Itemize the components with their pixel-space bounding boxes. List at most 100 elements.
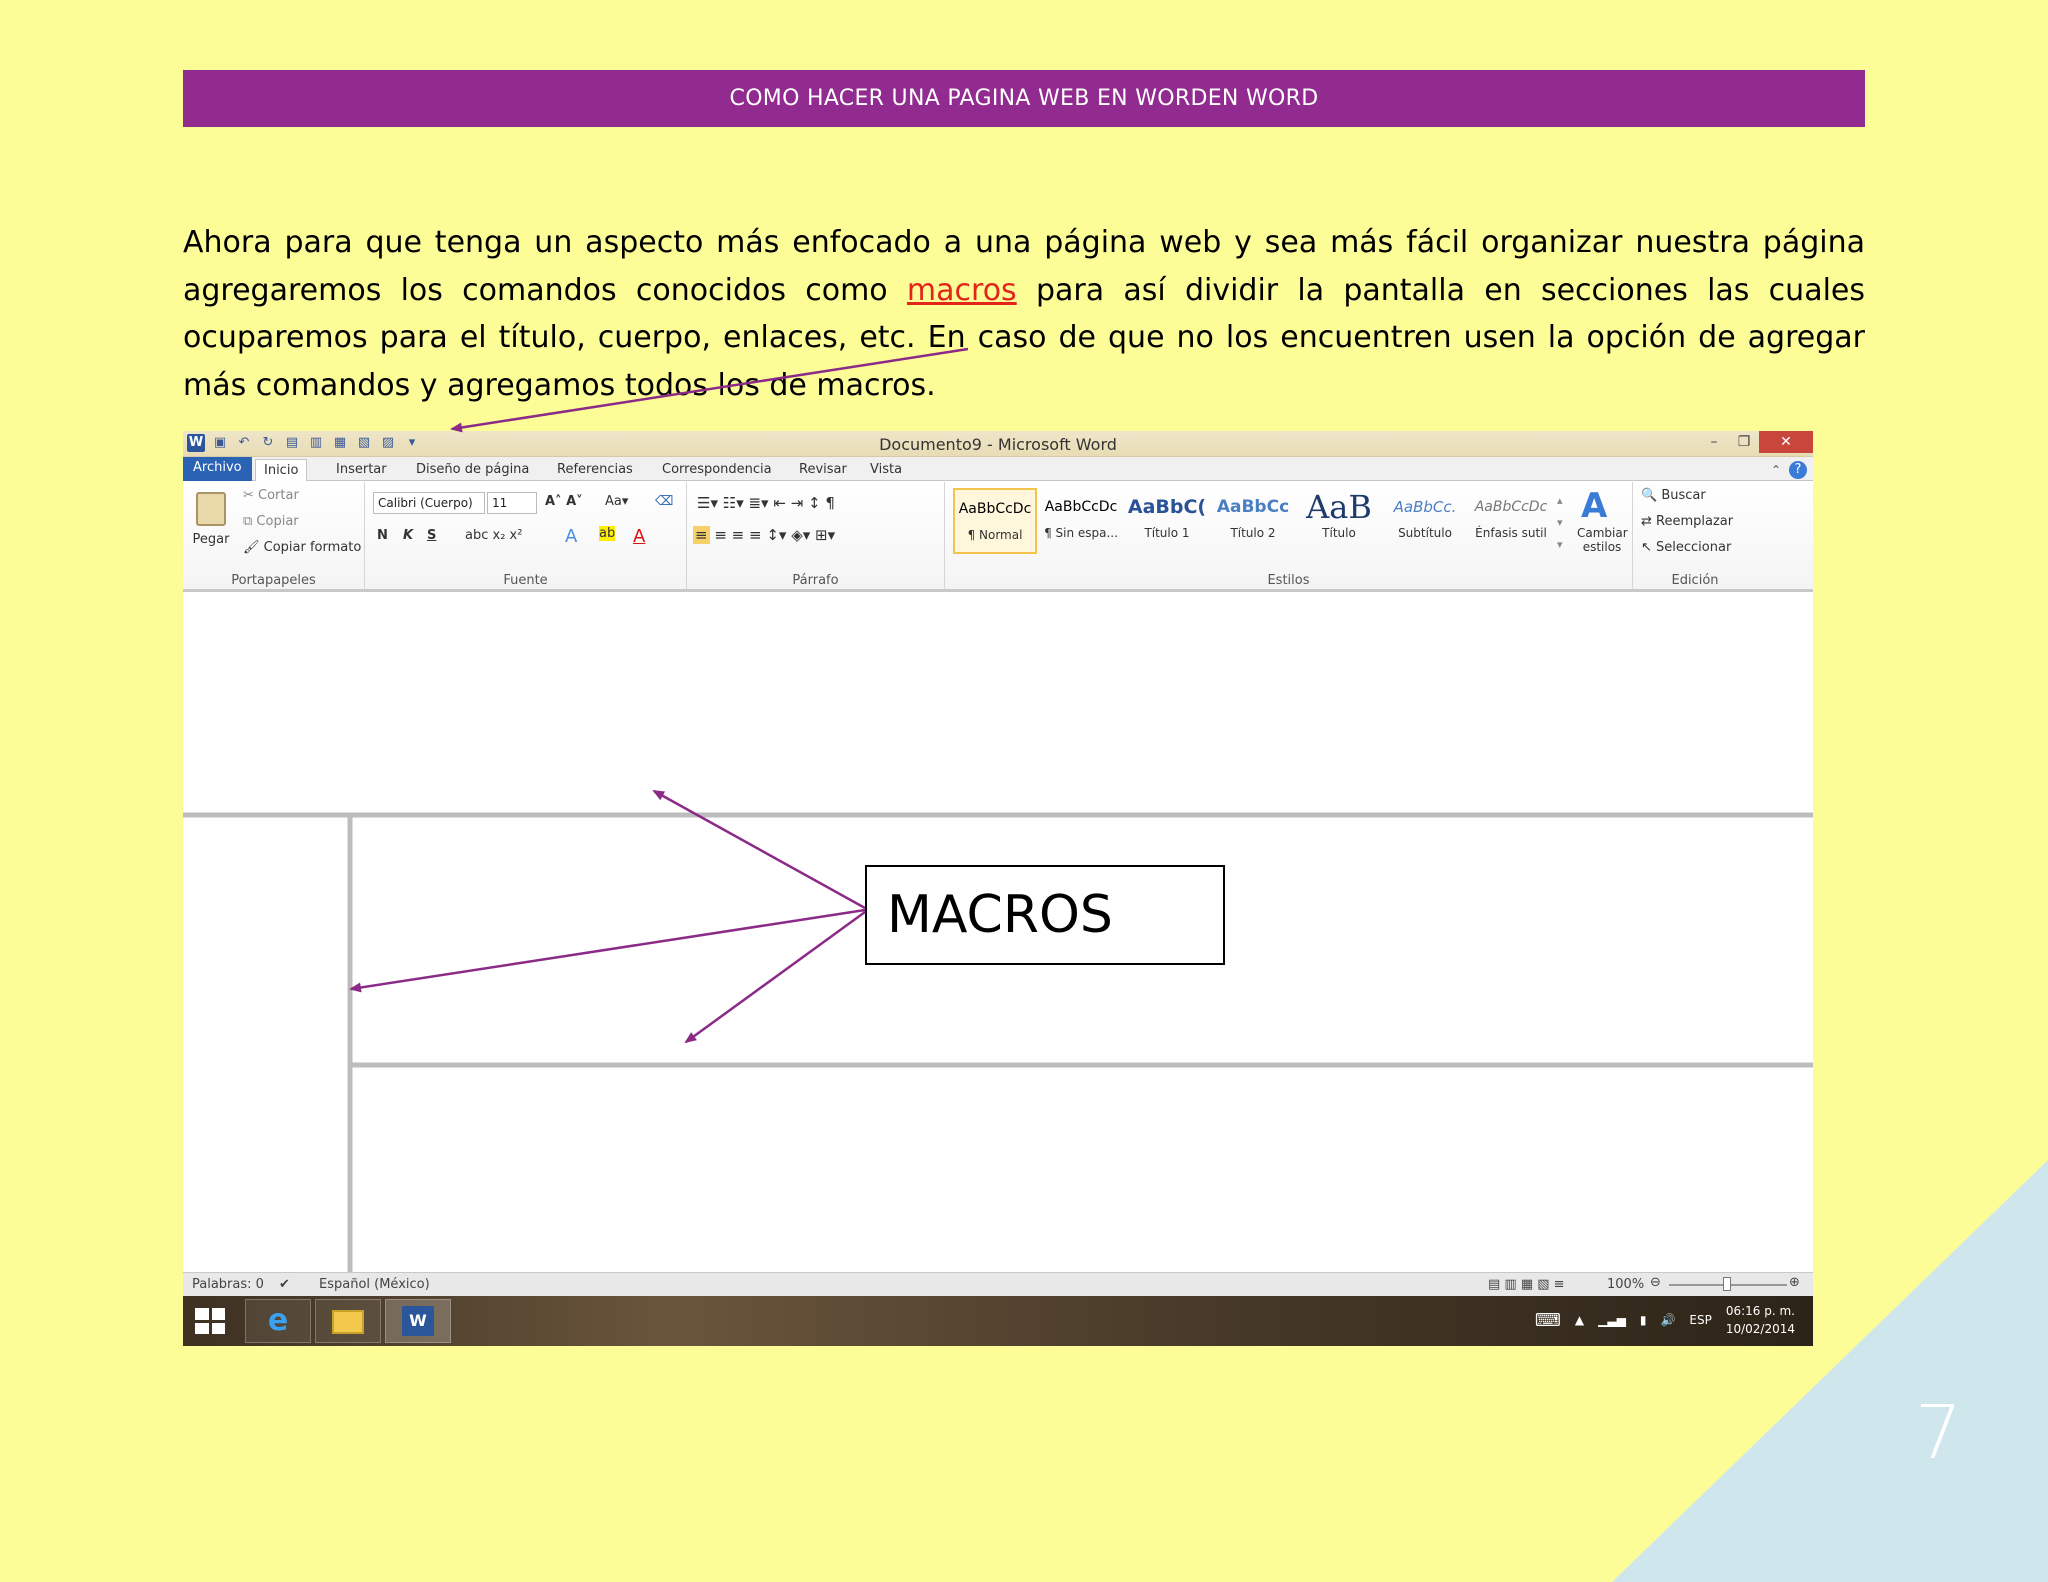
- style-titulo-2[interactable]: AaBbCc Título 2: [1211, 488, 1295, 554]
- font-color-icon[interactable]: A: [633, 526, 645, 547]
- bold-button[interactable]: N: [377, 528, 388, 543]
- tab-referencias[interactable]: Referencias: [549, 459, 641, 481]
- binoculars-icon: 🔍: [1641, 488, 1662, 503]
- clock[interactable]: 06:16 p. m. 10/02/2014: [1726, 1302, 1795, 1338]
- header-banner: COMO HACER UNA PAGINA WEB EN WORDEN WORD: [183, 70, 1865, 127]
- tab-icons: ⌃ ?: [1771, 461, 1807, 479]
- group-editing: 🔍 Buscar ⇄ Reemplazar ↖ Seleccionar Edic…: [1633, 482, 1757, 590]
- restore-icon[interactable]: ❐: [1729, 431, 1759, 453]
- collapse-ribbon-icon[interactable]: ⌃: [1771, 463, 1781, 477]
- volume-icon[interactable]: 🔊: [1660, 1313, 1675, 1327]
- clear-format-icon[interactable]: ⌫: [655, 494, 673, 509]
- zoom-level[interactable]: 100%: [1607, 1277, 1644, 1292]
- input-language[interactable]: ESP: [1689, 1313, 1711, 1327]
- font-size-select[interactable]: 11: [487, 492, 537, 514]
- tab-revisar[interactable]: Revisar: [791, 459, 855, 481]
- help-icon[interactable]: ?: [1789, 461, 1807, 479]
- zoom-in-icon[interactable]: ⊕: [1789, 1275, 1800, 1290]
- tab-inicio[interactable]: Inicio: [255, 459, 308, 481]
- styles-scroll-icon[interactable]: ▴ ▾ ▾: [1557, 490, 1563, 556]
- find-label: Buscar: [1661, 488, 1706, 503]
- file-explorer-icon[interactable]: [315, 1299, 381, 1343]
- cut-button[interactable]: ✂ Cortar: [243, 488, 299, 503]
- style-subtitulo[interactable]: AaBbCc. Subtítulo: [1383, 488, 1467, 554]
- group-font: Calibri (Cuerpo) 11 A˄ A˅ Aa▾ ⌫ N K S ab…: [365, 482, 687, 590]
- windows-taskbar: e W ⌨ ▲ ▁▃▅ ▮ 🔊 ESP 06:16 p. m. 10/02/201…: [183, 1296, 1813, 1346]
- style-titulo[interactable]: AaB Título: [1297, 488, 1381, 554]
- select-label: Seleccionar: [1656, 540, 1732, 555]
- macros-link[interactable]: macros: [907, 273, 1017, 308]
- network-icon[interactable]: ▁▃▅: [1598, 1313, 1626, 1327]
- style-sin-espaciado[interactable]: AaBbCcDc ¶ Sin espa...: [1039, 488, 1123, 554]
- style-name: Título: [1322, 526, 1356, 540]
- zoom-thumb[interactable]: [1723, 1277, 1731, 1291]
- highlight-icon[interactable]: ab: [599, 526, 616, 541]
- tab-archivo[interactable]: Archivo: [183, 457, 252, 481]
- windows-start-icon[interactable]: [195, 1308, 225, 1334]
- style-preview: AaBbCcDc: [1474, 499, 1548, 515]
- body-paragraph: Ahora para que tenga un aspecto más enfo…: [183, 219, 1865, 409]
- font-group-label: Fuente: [503, 573, 548, 588]
- select-button[interactable]: ↖ Seleccionar: [1641, 540, 1731, 555]
- change-styles-button[interactable]: Cambiar estilos: [1577, 526, 1628, 554]
- paste-button[interactable]: Pegar: [189, 492, 233, 547]
- zoom-out-icon[interactable]: ⊖: [1650, 1275, 1661, 1290]
- keyboard-icon[interactable]: ⌨: [1535, 1310, 1561, 1331]
- paste-label: Pegar: [192, 532, 230, 547]
- style-name: ¶ Normal: [967, 528, 1023, 542]
- clock-time: 06:16 p. m.: [1725, 1304, 1795, 1318]
- style-preview: AaB: [1306, 488, 1372, 526]
- copy-button[interactable]: ⧉ Copiar: [243, 514, 299, 529]
- word-count[interactable]: Palabras: 0: [192, 1277, 264, 1292]
- styles-group-label: Estilos: [1267, 573, 1310, 588]
- style-name: Título 1: [1144, 526, 1190, 540]
- style-preview: AaBbCcDc: [958, 501, 1032, 517]
- replace-button[interactable]: ⇄ Reemplazar: [1641, 514, 1733, 529]
- format-painter-button[interactable]: 🖌 Copiar formato: [243, 540, 361, 555]
- style-enfasis-sutil[interactable]: AaBbCcDc Énfasis sutil: [1469, 488, 1553, 554]
- text-effects-icon[interactable]: A: [565, 526, 577, 547]
- window-controls: – ❐ ✕: [1699, 431, 1813, 453]
- find-button[interactable]: 🔍 Buscar: [1641, 488, 1706, 503]
- style-preview: AaBbCc: [1216, 497, 1290, 517]
- style-name: ¶ Sin espa...: [1044, 526, 1118, 540]
- battery-icon[interactable]: ▮: [1640, 1313, 1647, 1327]
- view-buttons[interactable]: ▤ ▥ ▦ ▧ ≡: [1488, 1277, 1565, 1292]
- tab-correspondencia[interactable]: Correspondencia: [654, 459, 780, 481]
- style-preview: AaBbCcDc: [1044, 499, 1118, 515]
- tab-insertar[interactable]: Insertar: [328, 459, 395, 481]
- font-name-select[interactable]: Calibri (Cuerpo): [373, 492, 485, 514]
- bullets-icon[interactable]: ☰▾ ☷▾ ≣▾ ⇤ ⇥ ↕ ¶: [697, 494, 835, 512]
- show-hidden-icon[interactable]: ▲: [1575, 1313, 1584, 1327]
- change-styles-icon[interactable]: A: [1581, 486, 1607, 526]
- page-number: 7: [1915, 1390, 1963, 1476]
- cut-label: Cortar: [258, 488, 299, 503]
- copy-label: Copiar: [256, 514, 299, 529]
- clipboard-group-label: Portapapeles: [231, 573, 316, 588]
- minimize-icon[interactable]: –: [1699, 431, 1729, 453]
- underline-button[interactable]: S: [427, 528, 436, 543]
- copy-icon: ⧉: [243, 514, 257, 529]
- grow-font-icon[interactable]: A˄ A˅: [545, 494, 583, 509]
- tab-vista[interactable]: Vista: [862, 459, 910, 481]
- internet-explorer-icon[interactable]: e: [245, 1299, 311, 1343]
- word-taskbar-icon[interactable]: W: [385, 1299, 451, 1343]
- style-titulo-1[interactable]: AaBbC(Título 1: [1125, 488, 1209, 554]
- clock-date: 10/02/2014: [1725, 1322, 1795, 1336]
- align-icons[interactable]: ≡ ≡ ≡ ≡ ↕▾ ◈▾ ⊞▾: [693, 526, 835, 544]
- italic-button[interactable]: K: [403, 528, 413, 543]
- align-left-icon[interactable]: ≡: [693, 526, 710, 544]
- proofing-icon[interactable]: ✔: [279, 1277, 290, 1292]
- close-icon[interactable]: ✕: [1759, 431, 1813, 453]
- change-case-icon[interactable]: Aa▾: [605, 494, 628, 509]
- tab-diseno[interactable]: Diseño de página: [408, 459, 537, 481]
- strikethrough-icon[interactable]: abc x₂ x²: [465, 528, 522, 543]
- macros-callout: MACROS: [865, 865, 1225, 965]
- style-normal[interactable]: AaBbCcDc ¶ Normal: [953, 488, 1037, 554]
- group-clipboard: Pegar ✂ Cortar ⧉ Copiar 🖌 Copiar formato…: [183, 482, 365, 590]
- replace-label: Reemplazar: [1656, 514, 1734, 529]
- cursor-icon: ↖: [1641, 540, 1657, 555]
- language-status[interactable]: Español (México): [319, 1277, 430, 1292]
- system-tray: ⌨ ▲ ▁▃▅ ▮ 🔊 ESP 06:16 p. m. 10/02/2014: [1535, 1302, 1795, 1338]
- ribbon-tabs: Archivo Inicio Insertar Diseño de página…: [183, 457, 1813, 481]
